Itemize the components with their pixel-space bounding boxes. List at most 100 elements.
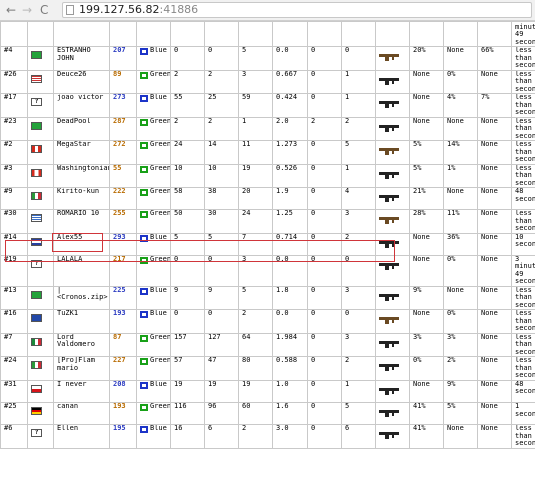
stat-cell: 59	[242, 93, 251, 101]
score-cell: 272	[113, 140, 126, 148]
helmet-icon	[140, 311, 148, 319]
percent-cell: None	[447, 286, 464, 294]
browser-toolbar: ← → C 199.127.56.82:41886	[0, 0, 535, 21]
stat-cell: 5	[345, 402, 350, 411]
team-name: Blue	[150, 286, 167, 294]
stat-cell: 5	[345, 140, 350, 148]
last-seen-cell: less than a second	[515, 333, 535, 356]
team-cell: Green	[140, 140, 171, 149]
table-row[interactable]: #26 Deuce26 89 Green 2 2 3 0.667 0 1 Non…	[0, 69, 535, 94]
stat-cell: 0	[311, 209, 316, 218]
table-row[interactable]: #2 MegaStar 272 Green 24 14 11 1.273 0 5…	[0, 140, 535, 165]
rifle-icon	[379, 194, 401, 202]
address-text[interactable]: 199.127.56.82:41886	[79, 3, 198, 17]
rank-cell: #4	[4, 46, 13, 54]
team-name: Green	[150, 255, 171, 263]
reload-icon[interactable]: C	[40, 3, 48, 17]
team-cell: Green	[140, 187, 171, 196]
table-row[interactable]: #6 ? Ellen 195 Blue 16 6 2 3.0 0 6 41% N…	[0, 424, 535, 449]
ratio-cell: 0.588	[276, 356, 298, 365]
ratio-cell: 0.424	[276, 93, 298, 101]
table-row[interactable]: #16 TuZK1 193 Blue 0 0 2 0.0 0 0 None 0%…	[0, 309, 535, 334]
last-seen-cell: 1 second	[515, 402, 535, 418]
team-name: Green	[150, 117, 171, 125]
table-row[interactable]: #19 ? LALALA 217 Green 0 0 3 0.0 0 0 Non…	[0, 254, 535, 287]
player-name: joao victor	[57, 93, 104, 101]
stat-cell: 96	[208, 402, 217, 411]
url-host: 199.127.56.82	[79, 3, 160, 16]
stat-cell: 116	[174, 402, 187, 411]
team-cell: Blue	[140, 426, 167, 434]
score-cell: 208	[113, 380, 126, 388]
team-name: Green	[150, 187, 171, 195]
percent-cell: None	[481, 70, 498, 78]
table-row[interactable]: #30 ROMARIO 10 255 Green 50 30 24 1.25 0…	[0, 209, 535, 234]
table-row[interactable]: #24 [Pro]Flam mario 227 Green 57 47 80 0…	[0, 356, 535, 381]
rifle-icon	[379, 124, 401, 132]
stat-cell: 10	[208, 164, 217, 172]
stat-cell: 2	[242, 309, 247, 318]
percent-cell: 0%	[447, 309, 456, 318]
rifle-icon	[379, 387, 401, 395]
stat-cell: 0	[311, 70, 316, 78]
stat-cell: 5	[174, 233, 179, 241]
stat-cell: 0	[311, 380, 316, 388]
score-cell: 273	[113, 93, 126, 101]
score-cell: 227	[113, 356, 126, 365]
back-arrow-icon[interactable]: ←	[6, 3, 16, 17]
percent-cell: None	[481, 286, 498, 294]
ratio-cell: 2.0	[276, 117, 289, 125]
stat-cell: 14	[208, 140, 217, 148]
score-cell: 55	[113, 164, 122, 172]
it-flag-icon	[31, 192, 42, 200]
rank-cell: #2	[4, 140, 13, 148]
table-row[interactable]: #14 Alex55 293 Blue 5 5 7 0.714 0 2 None…	[0, 232, 535, 256]
table-row[interactable]: #23 DeadPool 287 Green 2 2 1 2.0 2 2 Non…	[0, 116, 535, 141]
percent-cell: None	[481, 380, 498, 388]
team-name: Green	[150, 209, 171, 218]
ratio-cell: 0.526	[276, 164, 298, 172]
stat-cell: 0	[311, 46, 316, 54]
rank-cell: #24	[4, 356, 17, 365]
player-name: Alex55	[57, 233, 83, 241]
table-row[interactable]: #17 ? joao victor 273 Blue 55 25 59 0.42…	[0, 93, 535, 118]
player-name: Deuce26	[57, 70, 87, 78]
score-cell: 207	[113, 46, 126, 54]
percent-cell: 5%	[413, 140, 422, 148]
table-row[interactable]: #7 Lord Valdomero 87 Green 157 127 64 1.…	[0, 332, 535, 358]
stat-cell: 2	[174, 117, 179, 125]
stat-cell: 19	[208, 380, 217, 388]
table-row[interactable]: #3 Washingtonian 55 Green 10 10 19 0.526…	[0, 163, 535, 188]
ratio-cell: 0.0	[276, 309, 289, 318]
percent-cell: None	[481, 424, 498, 433]
ratio-cell: 1.273	[276, 140, 298, 148]
team-name: Green	[150, 140, 171, 148]
table-row[interactable]: #13 |<Cronos.zip>| 225 Blue 9 9 5 1.8 0 …	[0, 285, 535, 311]
forward-arrow-icon[interactable]: →	[22, 3, 32, 17]
team-cell: Green	[140, 71, 170, 79]
stat-cell: 3	[345, 286, 350, 294]
table-row[interactable]: #25 canan 193 Green 116 96 60 1.6 0 5 41…	[0, 402, 535, 426]
last-seen-cell: less than a second	[515, 309, 535, 333]
rifle-icon	[379, 216, 401, 225]
table-row[interactable]: #4 ESTRANHO JOHN 207 Blue 0 0 5 0.0 0 0 …	[0, 46, 535, 71]
stat-cell: 0	[311, 333, 316, 341]
address-bar[interactable]: 199.127.56.82:41886	[62, 2, 532, 18]
stat-cell: 3	[242, 255, 247, 263]
stat-cell: 0	[208, 255, 213, 263]
stat-cell: 0	[311, 255, 316, 263]
rank-cell: #3	[4, 164, 13, 172]
score-cell: 293	[113, 233, 126, 241]
stat-cell: 2	[311, 117, 316, 125]
team-cell: Green	[140, 209, 171, 219]
stat-cell: 5	[242, 286, 247, 294]
table-row[interactable]: #31 I never 208 Blue 19 19 19 1.0 0 1 No…	[0, 379, 535, 404]
ratio-cell: 1.0	[276, 380, 289, 388]
stat-cell: 0	[345, 309, 350, 318]
ratio-cell: 3.0	[276, 424, 289, 433]
stat-cell: 57	[174, 356, 183, 365]
stat-cell: 3	[242, 70, 247, 78]
rank-cell: #23	[4, 117, 17, 125]
stat-cell: 0	[311, 286, 316, 294]
table-row[interactable]: #9 Kirito-kun 222 Green 58 38 20 1.9 0 4…	[0, 186, 535, 211]
